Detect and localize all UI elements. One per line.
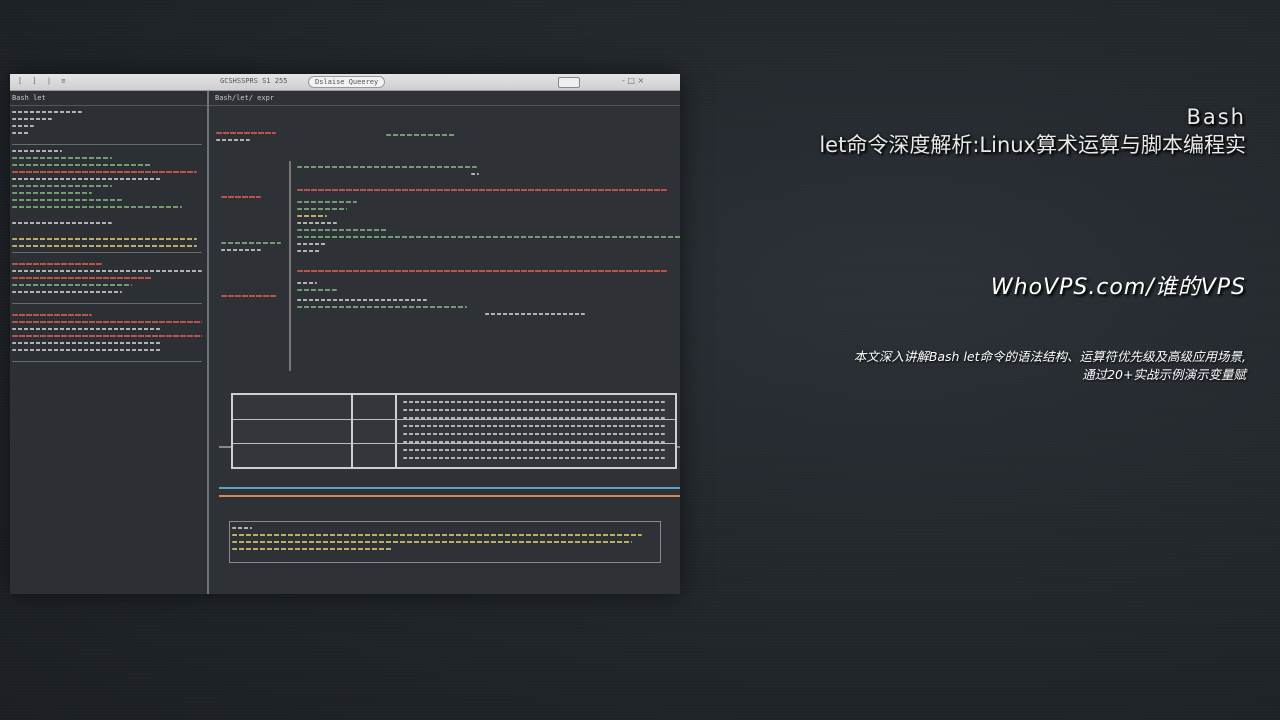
- sidebar-header: Bash let: [10, 91, 207, 106]
- divider: [12, 252, 202, 253]
- table-cell[interactable]: [403, 417, 665, 419]
- sidebar-line[interactable]: [12, 349, 162, 351]
- table-cell[interactable]: [403, 457, 665, 459]
- titlebar-icons: [ ] | ≡: [18, 77, 69, 85]
- code-line[interactable]: [471, 173, 479, 175]
- editor-header: Bash/let/ expr: [209, 91, 680, 106]
- code-line[interactable]: [297, 282, 317, 284]
- code-line[interactable]: [232, 527, 252, 529]
- sidebar-line[interactable]: [12, 157, 112, 159]
- output-panel: [229, 521, 661, 563]
- code-line[interactable]: [485, 313, 585, 315]
- table-cell[interactable]: [403, 409, 665, 411]
- code-line[interactable]: [297, 250, 321, 252]
- article-title: Bash let命令深度解析:Linux算术运算与脚本编程实: [819, 104, 1246, 160]
- code-line[interactable]: [297, 270, 667, 272]
- sidebar-line[interactable]: [12, 150, 62, 152]
- code-line[interactable]: [232, 534, 642, 536]
- window-tab-active[interactable]: Dslaise Queerey: [308, 76, 386, 88]
- table-cell[interactable]: [403, 449, 665, 451]
- table-cell[interactable]: [403, 441, 665, 443]
- code-editor: Bash/let/ expr: [209, 91, 680, 594]
- code-line[interactable]: [297, 215, 327, 217]
- code-line[interactable]: [216, 139, 250, 141]
- sidebar-line[interactable]: [12, 171, 197, 173]
- divider: [219, 495, 680, 497]
- code-line[interactable]: [297, 166, 477, 168]
- sidebar-line[interactable]: [12, 125, 34, 127]
- title-line-1: Bash: [1186, 105, 1246, 129]
- sidebar-line[interactable]: [12, 245, 197, 247]
- table-cell[interactable]: [403, 425, 665, 427]
- output-table: [231, 393, 677, 469]
- divider: [219, 487, 680, 489]
- site-label[interactable]: WhoVPS.com/谁的VPS: [991, 269, 1246, 301]
- sidebar-line[interactable]: [12, 238, 197, 240]
- code-line[interactable]: [297, 201, 357, 203]
- code-line[interactable]: [232, 548, 392, 550]
- code-line[interactable]: [297, 229, 387, 231]
- sidebar-line[interactable]: [12, 291, 122, 293]
- sidebar-line[interactable]: [12, 335, 202, 337]
- code-line[interactable]: [386, 134, 456, 136]
- code-line[interactable]: [221, 196, 261, 198]
- article-description: 本文深入讲解Bash let命令的语法结构、运算符优先级及高级应用场景, 通过2…: [686, 348, 1246, 384]
- code-line[interactable]: [297, 299, 427, 301]
- terminal-screenshot: [ ] | ≡ GCSHSSPRS S1 255 Dslaise Queerey…: [10, 74, 680, 594]
- editor-labels: [214, 127, 276, 141]
- code-line[interactable]: [297, 306, 467, 308]
- window-titlebar: [ ] | ≡ GCSHSSPRS S1 255 Dslaise Queerey…: [10, 74, 680, 91]
- code-line[interactable]: [297, 289, 337, 291]
- editor-labels: [219, 191, 281, 297]
- sidebar-line[interactable]: [12, 111, 82, 113]
- code-line[interactable]: [297, 236, 680, 238]
- table-cell[interactable]: [403, 401, 665, 403]
- sidebar-line[interactable]: [12, 277, 152, 279]
- title-line-2: let命令深度解析:Linux算术运算与脚本编程实: [819, 133, 1246, 157]
- code-line[interactable]: [221, 242, 281, 244]
- window-controls[interactable]: - □ ×: [622, 76, 644, 85]
- sidebar-line[interactable]: [12, 263, 102, 265]
- sidebar-line[interactable]: [12, 321, 202, 323]
- sidebar-line[interactable]: [12, 206, 182, 208]
- code-line[interactable]: [221, 295, 277, 297]
- sidebar-line[interactable]: [12, 132, 30, 134]
- code-line[interactable]: [216, 132, 276, 134]
- window-tab[interactable]: GCSHSSPRS S1 255: [220, 77, 287, 85]
- sidebar-line[interactable]: [12, 118, 52, 120]
- editor-gutter: [289, 161, 291, 371]
- sidebar-line[interactable]: [12, 164, 152, 166]
- sidebar-line[interactable]: [12, 178, 162, 180]
- code-line[interactable]: [232, 541, 632, 543]
- sidebar-line[interactable]: [12, 328, 162, 330]
- sidebar-line[interactable]: [12, 199, 122, 201]
- code-line[interactable]: [221, 249, 261, 251]
- table-row-divider: [233, 443, 675, 444]
- table-cell[interactable]: [403, 433, 665, 435]
- divider: [12, 303, 202, 304]
- code-line[interactable]: [297, 243, 327, 245]
- file-sidebar: Bash let: [10, 91, 209, 594]
- divider: [12, 144, 202, 145]
- titlebar-button[interactable]: [558, 77, 580, 88]
- table-row-divider: [233, 419, 675, 420]
- code-line[interactable]: [297, 222, 337, 224]
- sidebar-line[interactable]: [12, 185, 112, 187]
- sidebar-line[interactable]: [12, 270, 202, 272]
- code-line[interactable]: [297, 189, 667, 191]
- sidebar-line[interactable]: [12, 284, 132, 286]
- sidebar-line[interactable]: [12, 342, 162, 344]
- table-column: [233, 395, 353, 467]
- sidebar-line[interactable]: [12, 314, 92, 316]
- description-line-1: 本文深入讲解Bash let命令的语法结构、运算符优先级及高级应用场景,: [853, 349, 1246, 364]
- editor-subheading: [384, 129, 458, 136]
- sidebar-line[interactable]: [12, 192, 92, 194]
- sidebar-line[interactable]: [12, 222, 112, 224]
- divider: [12, 361, 202, 362]
- code-area: [295, 161, 680, 315]
- description-line-2: 通过20+实战示例演示变量赋: [1082, 367, 1246, 382]
- table-column: [353, 395, 397, 467]
- code-line[interactable]: [297, 208, 347, 210]
